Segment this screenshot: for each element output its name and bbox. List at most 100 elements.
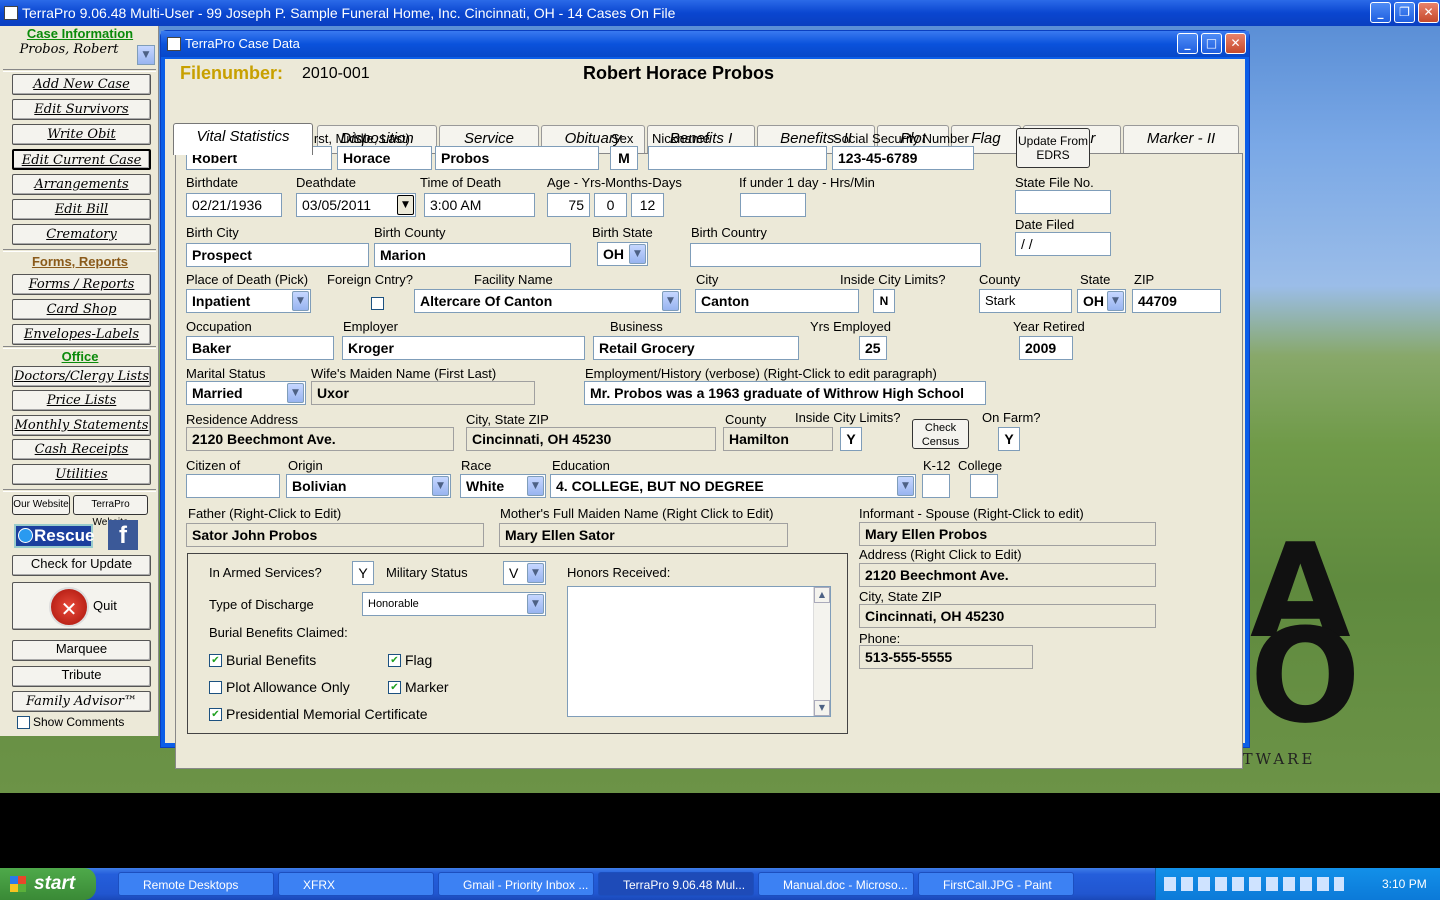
task-xfrx[interactable]: XFRX <box>278 872 434 896</box>
chevron-down-icon[interactable]: ▼ <box>897 476 914 496</box>
presidential-certificate-checkbox[interactable]: ✔ <box>209 708 222 721</box>
age-days-field[interactable]: 12 <box>631 193 664 217</box>
show-comments-checkbox[interactable] <box>17 716 30 729</box>
state-file-field[interactable] <box>1015 190 1111 214</box>
forms-reports-button[interactable]: Forms / Reports <box>12 274 151 295</box>
case-window-titlebar[interactable]: TerraPro Case Data _ □ ✕ <box>161 31 1249 57</box>
task-remote-desktops[interactable]: Remote Desktops <box>118 872 274 896</box>
doctors-clergy-lists-button[interactable]: Doctors/Clergy Lists <box>12 366 151 387</box>
birth-state-select[interactable]: OH ▼ <box>597 242 648 266</box>
write-obit-button[interactable]: Write Obit <box>12 124 151 145</box>
time-of-death-field[interactable]: 3:00 AM <box>424 193 535 217</box>
foreign-country-checkbox[interactable] <box>371 297 384 310</box>
discharge-select[interactable]: Honorable ▼ <box>362 592 546 616</box>
chevron-down-icon[interactable]: ▼ <box>629 244 646 264</box>
our-website-button[interactable]: Our Website <box>12 495 70 515</box>
college-field[interactable] <box>970 474 998 498</box>
date-filed-field[interactable]: / / <box>1015 232 1111 256</box>
birth-country-field[interactable] <box>690 243 981 267</box>
inside-city-limits-field[interactable]: N <box>873 289 895 313</box>
chevron-down-icon[interactable]: ▼ <box>292 291 309 311</box>
state-select[interactable]: OH ▼ <box>1077 289 1126 313</box>
ssn-field[interactable]: 123-45-6789 <box>832 146 974 170</box>
rescue-button[interactable]: Rescue <box>14 524 94 548</box>
residence-county-field[interactable]: Hamilton <box>723 427 833 451</box>
burial-benefits-checkbox[interactable]: ✔ <box>209 654 222 667</box>
deathdate-field[interactable]: 03/05/2011 ▼ <box>296 193 416 217</box>
check-census-button[interactable]: Check Census <box>912 419 969 449</box>
tab-marker-ii[interactable]: Marker - II <box>1123 125 1239 153</box>
quit-button[interactable]: ✕ Quit <box>12 582 151 630</box>
city-field[interactable]: Canton <box>695 289 859 313</box>
price-lists-button[interactable]: Price Lists <box>12 390 151 411</box>
scroll-up-icon[interactable]: ▲ <box>814 587 830 603</box>
check-for-update-button[interactable]: Check for Update <box>12 555 151 576</box>
honors-scrollbar[interactable]: ▲ ▼ <box>813 587 830 716</box>
update-from-edrs-button[interactable]: Update From EDRS <box>1016 128 1090 168</box>
yrs-employed-field[interactable]: 25 <box>859 336 887 360</box>
residence-inside-limits-field[interactable]: Y <box>840 427 862 451</box>
envelopes-labels-button[interactable]: Envelopes-Labels <box>12 324 151 345</box>
father-field[interactable]: Sator John Probos <box>186 523 484 547</box>
minimize-button[interactable]: _ <box>1370 2 1391 23</box>
case-dropdown-button[interactable]: ▼ <box>137 45 155 65</box>
task-manual-doc[interactable]: Manual.doc - Microso... <box>758 872 914 896</box>
tray-icons[interactable] <box>1164 877 1344 891</box>
citizen-of-field[interactable] <box>186 474 280 498</box>
task-gmail[interactable]: Gmail - Priority Inbox ... <box>438 872 594 896</box>
occupation-field[interactable]: Baker <box>186 336 334 360</box>
employment-history-field[interactable]: Mr. Probos was a 1963 graduate of Withro… <box>584 381 986 405</box>
facility-name-select[interactable]: Altercare Of Canton ▼ <box>414 289 681 313</box>
flag-checkbox[interactable]: ✔ <box>388 654 401 667</box>
education-select[interactable]: 4. COLLEGE, BUT NO DEGREE ▼ <box>550 474 916 498</box>
under-1-day-field[interactable] <box>740 193 806 217</box>
marital-status-select[interactable]: Married ▼ <box>186 381 306 405</box>
plot-allowance-checkbox[interactable] <box>209 681 222 694</box>
clock[interactable]: 3:10 PM <box>1382 877 1427 891</box>
business-field[interactable]: Retail Grocery <box>593 336 799 360</box>
wife-maiden-field[interactable]: Uxor <box>311 381 535 405</box>
middle-name-field[interactable]: Horace <box>337 146 432 170</box>
informant-city-field[interactable]: Cincinnati, OH 45230 <box>859 604 1156 628</box>
card-shop-button[interactable]: Card Shop <box>12 299 151 320</box>
informant-phone-field[interactable]: 513-555-5555 <box>859 645 1033 669</box>
county-field[interactable]: Stark <box>979 289 1072 313</box>
on-farm-field[interactable]: Y <box>998 427 1020 451</box>
chevron-down-icon[interactable]: ▼ <box>527 476 544 496</box>
deathdate-calendar-button[interactable]: ▼ <box>397 195 414 215</box>
tribute-button[interactable]: Tribute <box>12 666 151 687</box>
honors-textarea[interactable]: ▲ ▼ <box>567 586 831 717</box>
race-select[interactable]: White ▼ <box>460 474 546 498</box>
year-retired-field[interactable]: 2009 <box>1019 336 1073 360</box>
close-button[interactable]: ✕ <box>1418 2 1439 23</box>
task-paint[interactable]: FirstCall.JPG - Paint <box>918 872 1074 896</box>
employer-field[interactable]: Kroger <box>342 336 585 360</box>
chevron-down-icon[interactable]: ▼ <box>287 383 304 403</box>
chevron-down-icon[interactable]: ▼ <box>1107 291 1124 311</box>
birthdate-field[interactable]: 02/21/1936 <box>186 193 282 217</box>
birth-county-field[interactable]: Marion <box>374 243 571 267</box>
residence-address-field[interactable]: 2120 Beechmont Ave. <box>186 427 454 451</box>
age-months-field[interactable]: 0 <box>594 193 627 217</box>
chevron-down-icon[interactable]: ▼ <box>527 594 544 614</box>
facebook-icon[interactable]: f <box>108 520 138 550</box>
birth-city-field[interactable]: Prospect <box>186 243 369 267</box>
case-minimize-button[interactable]: _ <box>1177 33 1198 54</box>
nickname-field[interactable] <box>648 146 827 170</box>
edit-bill-button[interactable]: Edit Bill <box>12 199 151 220</box>
k12-field[interactable] <box>922 474 950 498</box>
crematory-button[interactable]: Crematory <box>12 224 151 245</box>
military-status-select[interactable]: V ▼ <box>503 561 546 585</box>
chevron-down-icon[interactable]: ▼ <box>527 563 544 583</box>
marker-checkbox[interactable]: ✔ <box>388 681 401 694</box>
last-name-field[interactable]: Probos <box>435 146 599 170</box>
zip-field[interactable]: 44709 <box>1132 289 1221 313</box>
arrangements-button[interactable]: Arrangements <box>12 174 151 195</box>
start-button[interactable]: start <box>0 868 96 900</box>
add-new-case-button[interactable]: Add New Case <box>12 74 151 95</box>
chevron-down-icon[interactable]: ▼ <box>432 476 449 496</box>
mother-field[interactable]: Mary Ellen Sator <box>499 523 788 547</box>
scroll-down-icon[interactable]: ▼ <box>814 700 830 716</box>
informant-address-field[interactable]: 2120 Beechmont Ave. <box>859 563 1156 587</box>
utilities-button[interactable]: Utilities <box>12 464 151 485</box>
